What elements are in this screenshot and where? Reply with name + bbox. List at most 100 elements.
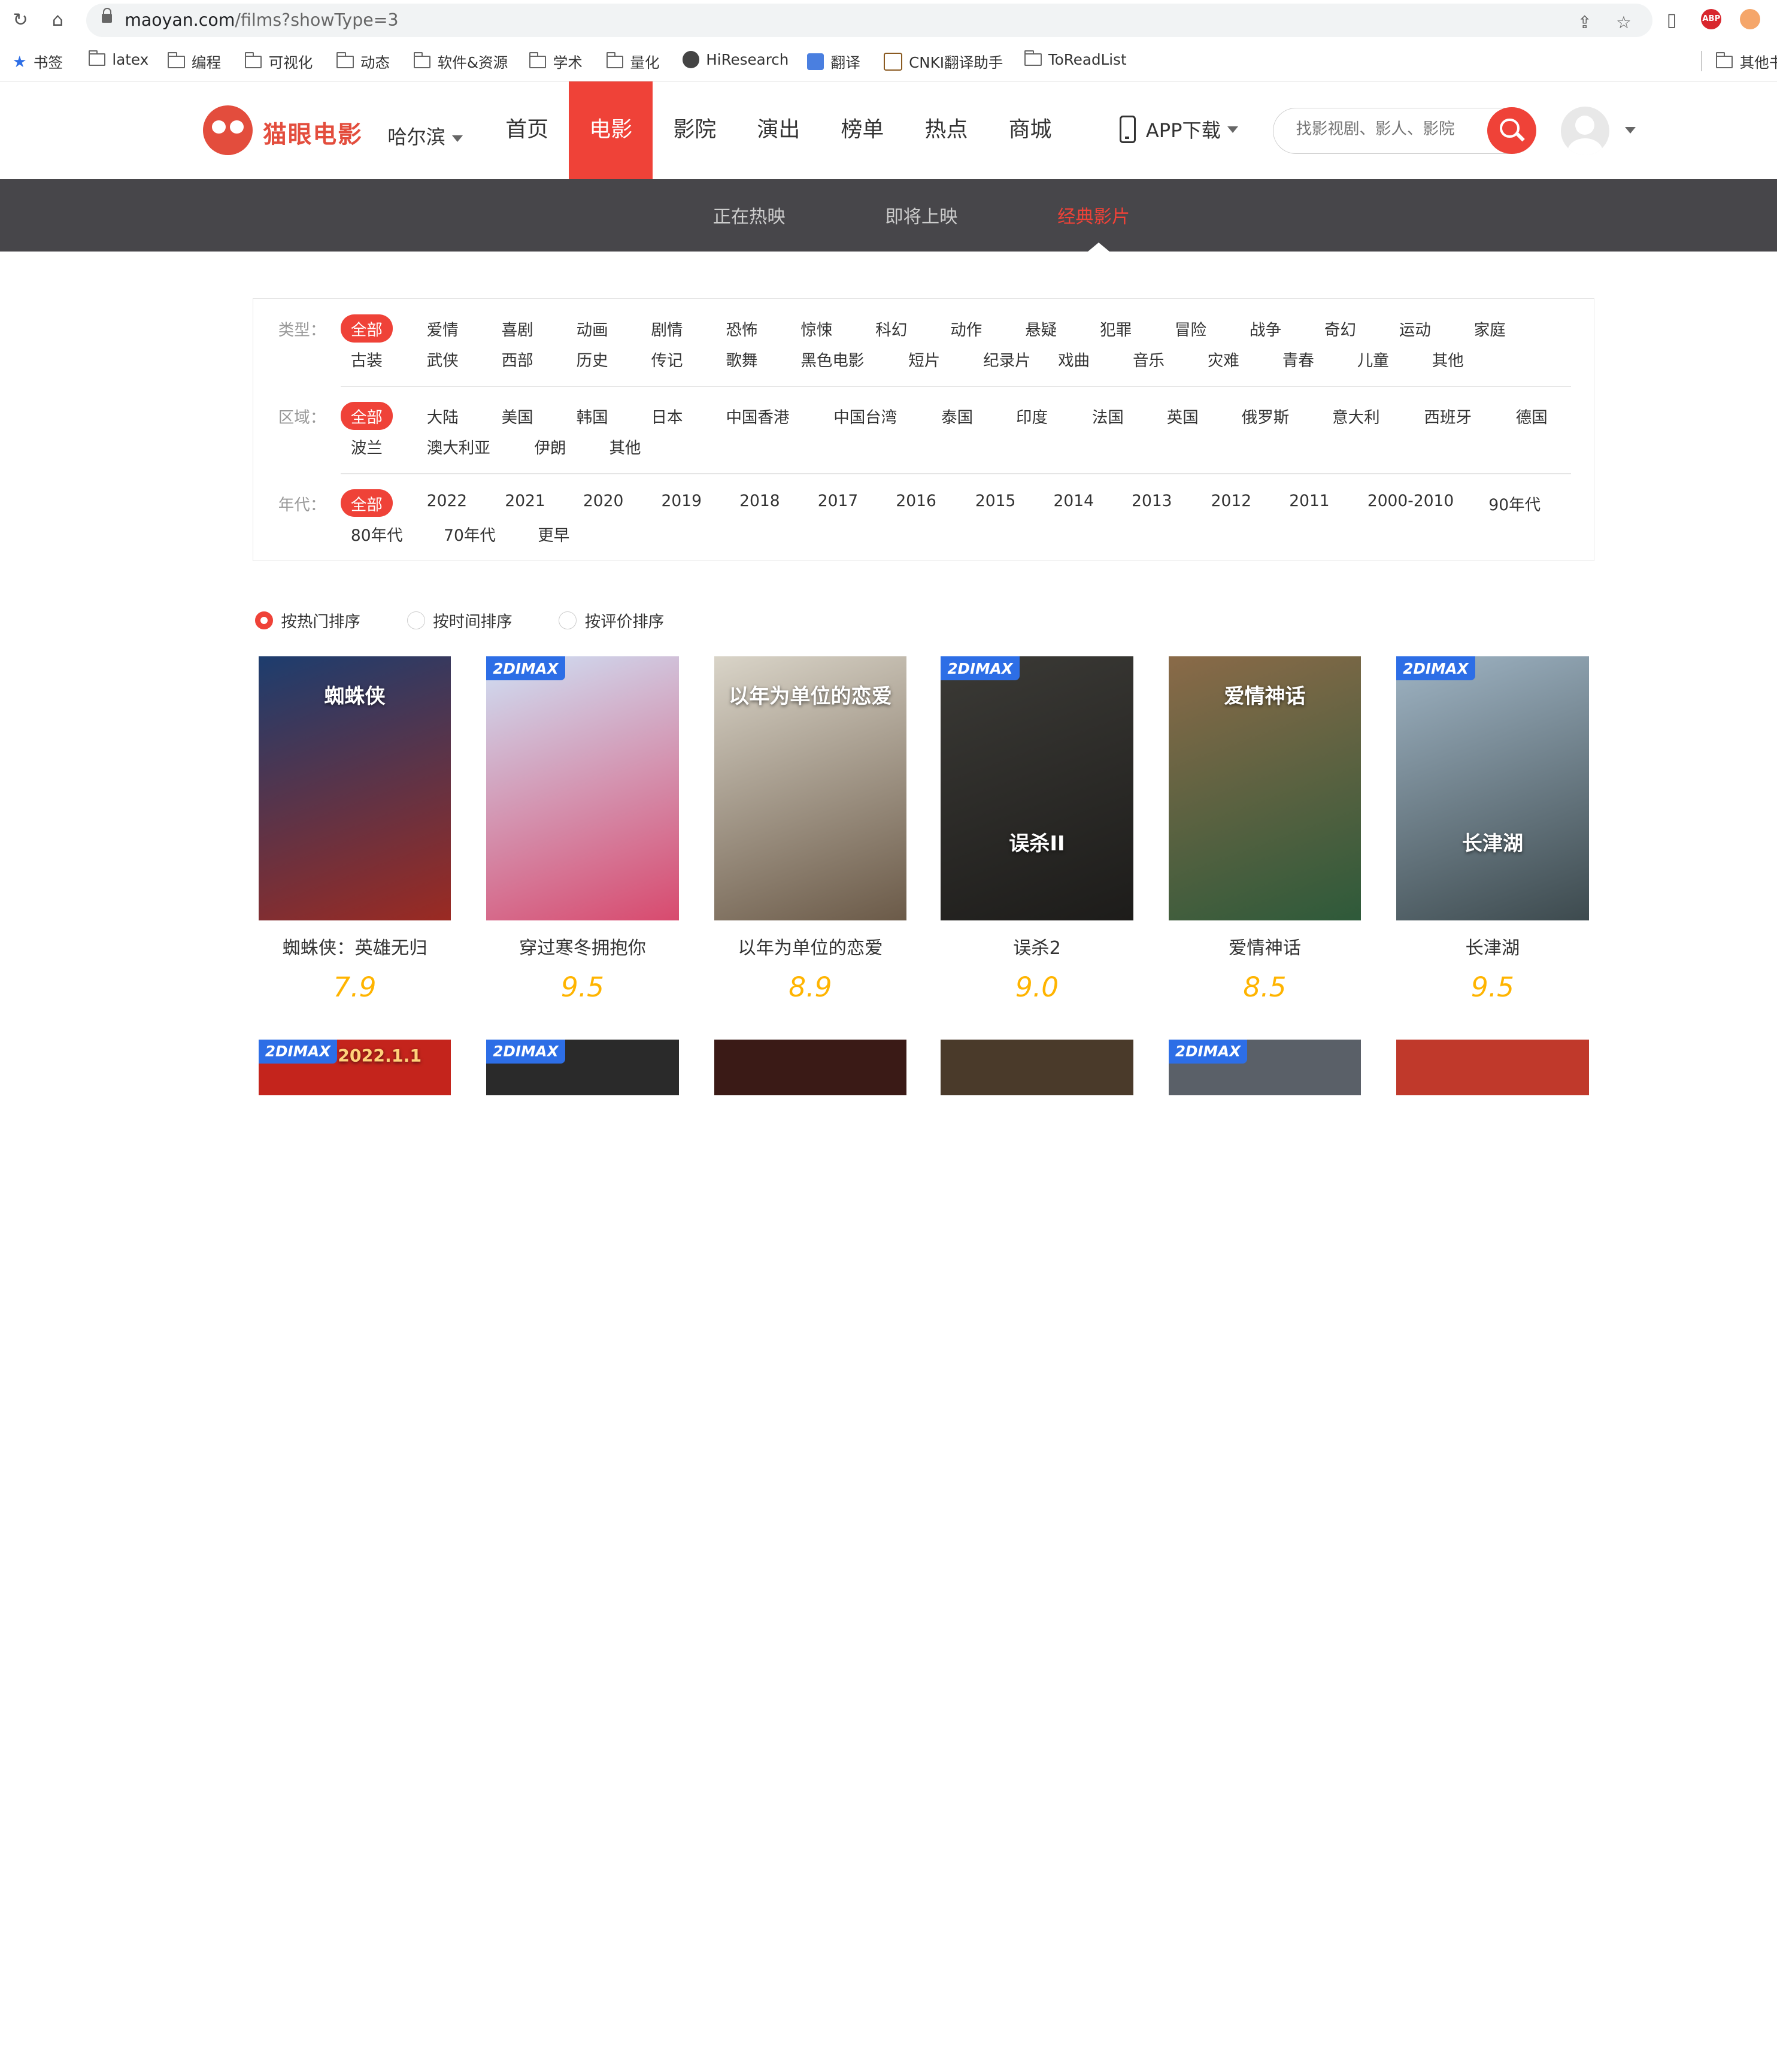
type-tag[interactable]: 武侠	[427, 347, 459, 371]
region-tag[interactable]: 日本	[651, 404, 683, 428]
movie-title[interactable]: 穿过寒冬拥抱你	[486, 933, 679, 959]
bookmark-item[interactable]: 其他书签	[1715, 51, 1777, 72]
movie-card[interactable]: 2DIMAX	[486, 1039, 679, 1095]
type-tag[interactable]: 传记	[651, 347, 683, 371]
movie-title[interactable]: 误杀2	[941, 933, 1133, 959]
type-tag[interactable]: 动作	[950, 317, 982, 340]
type-tag[interactable]: 西部	[502, 347, 533, 371]
year-tag[interactable]: 2011	[1289, 492, 1329, 510]
nav-cinemas[interactable]: 影院	[653, 81, 736, 179]
movie-poster[interactable]: 2DIMAX	[1168, 1039, 1361, 1095]
movie-poster[interactable]: 2DIMAX 误杀II	[941, 656, 1133, 921]
type-tag[interactable]: 儿童	[1357, 347, 1389, 371]
nav-hot[interactable]: 热点	[904, 81, 988, 179]
year-tag[interactable]: 70年代	[444, 522, 496, 546]
type-tag[interactable]: 戏曲	[1058, 347, 1090, 371]
movie-card[interactable]: 蜘蛛侠 蜘蛛侠：英雄无归 7.9	[258, 656, 451, 1003]
bookmark-item[interactable]: 软件&资源	[413, 51, 508, 72]
region-tag[interactable]: 全部	[340, 402, 393, 430]
type-tag[interactable]: 歌舞	[726, 347, 757, 371]
bookmark-item[interactable]: HiResearch	[682, 51, 789, 68]
bookmark-item[interactable]: ★ 书签	[13, 51, 63, 72]
type-tag[interactable]: 黑色电影	[800, 347, 864, 371]
year-tag[interactable]: 2020	[583, 492, 623, 510]
year-tag[interactable]: 2022	[427, 492, 467, 510]
sort-option-time[interactable]: 按时间排序	[407, 608, 513, 632]
movie-poster[interactable]	[714, 1039, 907, 1095]
movie-title[interactable]: 爱情神话	[1169, 933, 1361, 959]
region-tag[interactable]: 中国香港	[726, 404, 789, 428]
year-tag[interactable]: 更早	[538, 522, 569, 546]
region-tag[interactable]: 德国	[1516, 404, 1548, 428]
year-tag[interactable]: 2016	[896, 492, 936, 510]
bookmark-item[interactable]: 可视化	[244, 51, 313, 72]
type-tag[interactable]: 动画	[577, 317, 608, 340]
type-tag[interactable]: 短片	[908, 347, 940, 371]
year-tag[interactable]: 2017	[818, 492, 858, 510]
type-tag[interactable]: 运动	[1399, 317, 1431, 340]
movie-poster[interactable]: 2DIMAX	[486, 656, 679, 921]
city-selector[interactable]: 哈尔滨	[387, 122, 463, 150]
type-tag[interactable]: 古装	[351, 347, 383, 371]
movie-card[interactable]	[941, 1039, 1133, 1095]
region-tag[interactable]: 俄罗斯	[1242, 404, 1290, 428]
bookmark-item[interactable]: 学术	[529, 51, 583, 72]
year-tag[interactable]: 2015	[975, 492, 1015, 510]
region-tag[interactable]: 波兰	[351, 435, 383, 458]
type-tag[interactable]: 犯罪	[1100, 317, 1132, 340]
tab-coming-soon[interactable]: 即将上映	[885, 202, 957, 228]
nav-shows[interactable]: 演出	[736, 81, 820, 179]
nav-movies[interactable]: 电影	[569, 81, 653, 180]
bookmark-item[interactable]: CNKI翻译助手	[884, 51, 1003, 72]
user-avatar[interactable]	[1560, 106, 1609, 156]
type-tag[interactable]: 其他	[1432, 347, 1464, 371]
region-tag[interactable]: 美国	[502, 404, 533, 428]
reading-list-icon[interactable]: ▯	[1661, 10, 1682, 31]
movie-title[interactable]: 蜘蛛侠：英雄无归	[259, 933, 451, 959]
tab-classic-films[interactable]: 经典影片	[1057, 202, 1130, 228]
movie-poster[interactable]: 2DIMAX 2022.1.1	[258, 1039, 451, 1095]
year-tag[interactable]: 2013	[1132, 492, 1172, 510]
bookmark-item[interactable]: 动态	[336, 51, 390, 72]
type-tag[interactable]: 战争	[1250, 317, 1281, 340]
movie-title[interactable]: 以年为单位的恋爱	[714, 933, 907, 959]
type-tag[interactable]: 纪录片	[983, 347, 1031, 371]
movie-poster[interactable]: 2DIMAX	[486, 1039, 679, 1095]
maoyan-logo-icon[interactable]	[202, 105, 253, 156]
region-tag[interactable]: 意大利	[1332, 404, 1380, 428]
rss-extension-icon[interactable]	[1739, 9, 1760, 30]
region-tag[interactable]: 韩国	[577, 404, 608, 428]
type-tag[interactable]: 奇幻	[1324, 317, 1356, 340]
chevron-down-icon[interactable]	[1625, 126, 1636, 134]
movie-card[interactable]: 爱情神话 爱情神话 8.5	[1168, 656, 1361, 1003]
year-tag[interactable]: 90年代	[1488, 492, 1541, 515]
type-tag[interactable]: 喜剧	[502, 317, 533, 340]
region-tag[interactable]: 其他	[609, 435, 641, 458]
movie-card[interactable]: 2DIMAX 误杀II 误杀2 9.0	[941, 656, 1133, 1003]
nav-home[interactable]: 首页	[485, 81, 569, 179]
movie-card[interactable]: 2DIMAX 穿过寒冬拥抱你 9.5	[486, 656, 679, 1003]
region-tag[interactable]: 中国台湾	[833, 404, 897, 428]
movie-poster[interactable]: 蜘蛛侠	[258, 656, 451, 921]
movie-card[interactable]: 2DIMAX 长津湖 长津湖 9.5	[1396, 656, 1589, 1003]
type-tag[interactable]: 冒险	[1175, 317, 1206, 340]
bookmark-item[interactable]: 翻译	[806, 51, 860, 72]
region-tag[interactable]: 澳大利亚	[427, 435, 490, 458]
movie-card[interactable]: 2DIMAX 2022.1.1	[258, 1039, 451, 1095]
movie-poster[interactable]: 爱情神话	[1168, 656, 1361, 921]
movie-poster[interactable]	[941, 1039, 1133, 1095]
movie-poster[interactable]: 2DIMAX 长津湖	[1396, 656, 1589, 921]
type-tag[interactable]: 恐怖	[726, 317, 757, 340]
movie-poster[interactable]: 以年为单位的恋爱	[714, 656, 907, 921]
movie-card[interactable]: 2DIMAX	[1168, 1039, 1361, 1095]
year-tag[interactable]: 2021	[505, 492, 545, 510]
year-tag[interactable]: 2014	[1053, 492, 1093, 510]
type-tag[interactable]: 全部	[340, 314, 393, 343]
region-tag[interactable]: 伊朗	[535, 435, 566, 458]
type-tag[interactable]: 爱情	[427, 317, 459, 340]
home-icon[interactable]: ⌂	[48, 10, 68, 31]
region-tag[interactable]: 印度	[1016, 404, 1048, 428]
nav-rankings[interactable]: 榜单	[820, 81, 904, 179]
bookmark-star-icon[interactable]: ☆	[1616, 13, 1631, 32]
movie-poster[interactable]	[1396, 1039, 1589, 1095]
